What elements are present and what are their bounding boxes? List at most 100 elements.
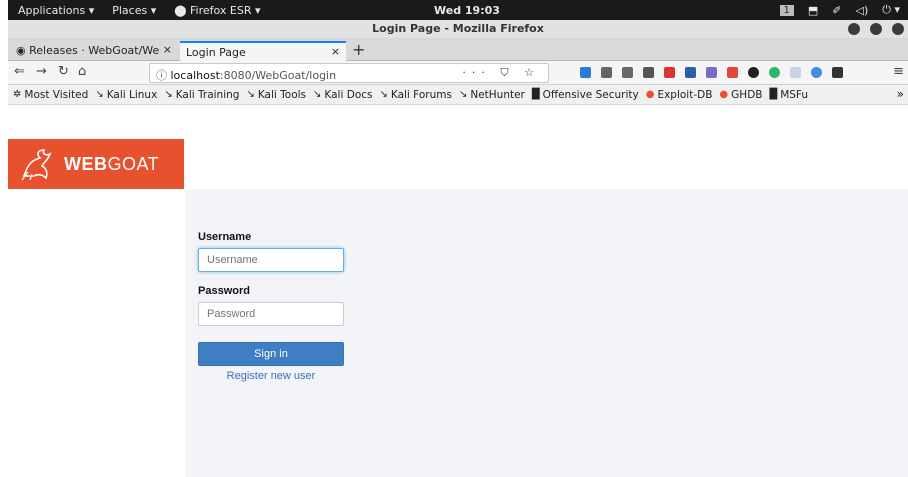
clock[interactable]: Wed 19:03 bbox=[434, 4, 500, 17]
tab-label: Releases · WebGoat/We bbox=[29, 44, 160, 57]
main-content: Username Password Sign in Register new u… bbox=[185, 189, 908, 477]
gear-icon: ✲ bbox=[13, 89, 22, 100]
sidebar-icon[interactable] bbox=[622, 67, 633, 78]
toolbar-icons bbox=[580, 67, 843, 78]
exploitdb-icon: ● bbox=[645, 89, 655, 100]
logo-bold: WEB bbox=[64, 153, 108, 174]
back-arrow-icon[interactable]: ⇐ bbox=[14, 64, 25, 79]
hamburger-menu-icon[interactable]: ≡ bbox=[893, 64, 904, 79]
library-icon[interactable] bbox=[601, 67, 612, 78]
gnome-top-panel: Applications ▾ Places ▾ ⬤ Firefox ESR ▾ … bbox=[8, 0, 908, 20]
system-tray: 1 ⬒ ✐ ◁) ⏻ ▾ bbox=[779, 3, 900, 17]
bookmarks-overflow-icon[interactable]: » bbox=[897, 87, 904, 101]
goat-logo-icon bbox=[21, 149, 52, 181]
bookmark-item[interactable]: ↘ Kali Tools bbox=[246, 89, 306, 101]
new-tab-button[interactable]: + bbox=[352, 40, 365, 59]
tab-releases[interactable]: ◉ Releases · WebGoat/We × bbox=[10, 41, 178, 61]
extension-icon[interactable] bbox=[643, 67, 654, 78]
window-titlebar: Login Page - Mozilla Firefox bbox=[8, 20, 908, 38]
extension-icon[interactable] bbox=[706, 67, 717, 78]
places-menu[interactable]: Places ▾ bbox=[112, 4, 156, 17]
username-input[interactable] bbox=[198, 248, 344, 272]
offsec-icon: █ bbox=[769, 89, 778, 100]
tool-icon[interactable]: ✐ bbox=[832, 4, 841, 17]
forward-arrow-icon[interactable]: → bbox=[36, 64, 47, 79]
workspace-indicator[interactable]: 1 bbox=[779, 4, 794, 16]
password-label: Password bbox=[198, 285, 250, 297]
extension-icon[interactable] bbox=[832, 67, 843, 78]
kali-dragon-icon: ↘ bbox=[313, 89, 322, 100]
firefox-icon: ⬤ bbox=[174, 3, 191, 17]
kali-dragon-icon: ↘ bbox=[379, 89, 388, 100]
network-icon[interactable]: ⬒ bbox=[808, 4, 818, 17]
tab-label: Login Page bbox=[186, 46, 246, 59]
bookmark-label: Offensive Security bbox=[542, 88, 639, 101]
bookmark-item[interactable]: ↘ Kali Training bbox=[164, 89, 239, 101]
bookmark-item[interactable]: ↘ Kali Forums bbox=[379, 89, 451, 101]
window-controls bbox=[848, 23, 904, 35]
username-label: Username bbox=[198, 231, 252, 243]
download-icon[interactable] bbox=[580, 67, 591, 78]
close-tab-icon[interactable]: × bbox=[331, 45, 340, 58]
bookmarks-toolbar: ✲ Most Visited ↘ Kali Linux ↘ Kali Training… bbox=[8, 85, 908, 105]
bookmark-label: Kali Training bbox=[175, 88, 240, 101]
bookmark-label: Kali Forums bbox=[390, 88, 452, 101]
extension-icon[interactable] bbox=[727, 67, 738, 78]
url-host: localhost bbox=[170, 69, 220, 82]
applications-menu[interactable]: Applications ▾ bbox=[18, 4, 94, 17]
kali-dragon-icon: ↘ bbox=[246, 89, 255, 100]
bookmark-item[interactable]: ● GHDB bbox=[719, 89, 762, 101]
extension-icon[interactable] bbox=[685, 67, 696, 78]
bookmark-label: Kali Docs bbox=[324, 88, 373, 101]
kali-dragon-icon: ↘ bbox=[164, 89, 173, 100]
password-input[interactable] bbox=[198, 302, 344, 326]
firefox-app-menu-label: Firefox ESR ▾ bbox=[190, 3, 261, 17]
extension-icon[interactable] bbox=[769, 67, 780, 78]
url-path: :8080/WebGoat/login bbox=[219, 69, 337, 82]
kali-dragon-icon: ↘ bbox=[95, 89, 104, 100]
extension-icon[interactable] bbox=[664, 67, 675, 78]
minimize-button[interactable] bbox=[848, 23, 860, 35]
maximize-button[interactable] bbox=[870, 23, 882, 35]
close-window-button[interactable] bbox=[892, 23, 904, 35]
page-viewport: WEBGOAT Username Password Sign in Regist… bbox=[8, 105, 908, 477]
volume-icon[interactable]: ◁) bbox=[856, 4, 869, 17]
power-icon[interactable]: ⏻ ▾ bbox=[882, 3, 900, 17]
bookmark-label: GHDB bbox=[731, 88, 763, 101]
sign-in-button[interactable]: Sign in bbox=[198, 342, 344, 366]
bookmark-item[interactable]: ✲ Most Visited bbox=[13, 89, 88, 101]
window-title: Login Page - Mozilla Firefox bbox=[372, 22, 544, 35]
url-bar[interactable]: ⓘ localhost:8080/WebGoat/login ··· ⛉ ☆ bbox=[149, 63, 549, 83]
tab-strip: ◉ Releases · WebGoat/We × Login Page × + bbox=[8, 38, 908, 61]
bookmark-label: Kali Tools bbox=[257, 88, 307, 101]
bookmark-item[interactable]: █ Offensive Security bbox=[532, 89, 639, 101]
github-icon: ◉ bbox=[16, 44, 30, 57]
bookmark-item[interactable]: ↘ NetHunter bbox=[459, 89, 525, 101]
bookmark-item[interactable]: ● Exploit-DB bbox=[646, 89, 713, 101]
firefox-app-menu[interactable]: ⬤ Firefox ESR ▾ bbox=[174, 4, 260, 17]
bookmark-item[interactable]: ↘ Kali Docs bbox=[313, 89, 372, 101]
bookmark-item[interactable]: █ MSFu bbox=[769, 89, 808, 101]
bookmark-label: MSFu bbox=[780, 88, 809, 101]
offsec-icon: █ bbox=[531, 89, 540, 100]
tab-login-page[interactable]: Login Page × bbox=[180, 41, 346, 61]
bookmark-label: Kali Linux bbox=[106, 88, 158, 101]
extension-icon[interactable] bbox=[790, 67, 801, 78]
bookmark-label: Most Visited bbox=[24, 88, 89, 101]
reload-icon[interactable]: ↻ bbox=[58, 64, 69, 79]
logo-rest: GOAT bbox=[107, 153, 160, 174]
url-actions[interactable]: ··· ⛉ ☆ bbox=[462, 66, 540, 80]
webgoat-logo[interactable]: WEBGOAT bbox=[8, 139, 184, 189]
bookmark-label: Exploit-DB bbox=[657, 88, 713, 101]
bookmark-item[interactable]: ↘ Kali Linux bbox=[95, 89, 157, 101]
register-new-user-link[interactable]: Register new user bbox=[198, 370, 344, 382]
bookmark-label: NetHunter bbox=[470, 88, 525, 101]
exploitdb-icon: ● bbox=[719, 89, 729, 100]
login-form: Username Password Sign in Register new u… bbox=[198, 231, 344, 382]
extension-icon[interactable] bbox=[811, 67, 822, 78]
extension-icon[interactable] bbox=[748, 67, 759, 78]
info-icon[interactable]: ⓘ bbox=[156, 69, 171, 82]
home-icon[interactable]: ⌂ bbox=[78, 64, 86, 79]
logo-text: WEBGOAT bbox=[64, 154, 159, 175]
close-tab-icon[interactable]: × bbox=[163, 43, 172, 56]
